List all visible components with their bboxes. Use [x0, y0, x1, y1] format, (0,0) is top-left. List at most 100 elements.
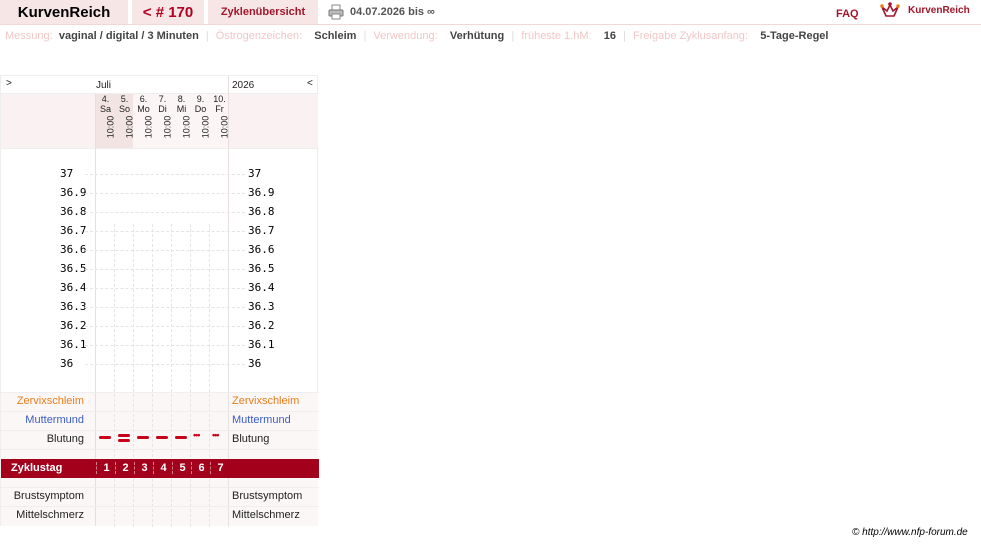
- separator: |: [205, 30, 209, 42]
- release-rule-label: Freigabe Zyklusanfang:: [633, 30, 748, 42]
- cycle-day-number[interactable]: 5: [172, 462, 192, 474]
- temperature-label-left: 36: [60, 357, 74, 370]
- cycle-day-number[interactable]: 2: [115, 462, 135, 474]
- divider: [1, 487, 319, 488]
- day-column-header[interactable]: 5. So 10:00: [115, 94, 134, 148]
- weekday: Mo: [137, 104, 150, 114]
- mucus-row-label: Zervixschleim: [16, 395, 84, 407]
- measurement-time: 10:00: [105, 115, 116, 139]
- measurement-time: 10:00: [219, 115, 230, 139]
- temperature-label-left: 36.3: [60, 300, 87, 313]
- weekday: Mi: [176, 104, 187, 114]
- temperature-grid-line: [85, 250, 245, 251]
- temperature-grid-line: [85, 212, 245, 213]
- divider: [1, 411, 319, 412]
- temperature-label-right: 36.5: [248, 262, 275, 275]
- divider: [1, 392, 319, 393]
- temperature-label-right: 36.1: [248, 338, 275, 351]
- temperature-grid-line: [85, 364, 245, 365]
- temperature-label-left: 36.4: [60, 281, 87, 294]
- day-number: 6.: [139, 94, 148, 104]
- temperature-label-left: 36.9: [60, 186, 87, 199]
- cycle-chart: > Juli 2026 < 4. Sa 10:00 5. So 10:00 6. Mo 10:0…: [0, 75, 319, 527]
- temperature-label-left: 36.7: [60, 224, 87, 237]
- cycle-day-number[interactable]: 3: [134, 462, 154, 474]
- bleeding-spotting-marker[interactable]: •••: [212, 430, 220, 440]
- day-number: 5.: [120, 94, 129, 104]
- day-number: 4.: [101, 94, 110, 104]
- month-label: Juli: [96, 80, 112, 91]
- day-number: 9.: [196, 94, 205, 104]
- kurvenreich-logo-icon[interactable]: [880, 2, 900, 20]
- day-number: 7.: [158, 94, 167, 104]
- estrogen-sign-label: Östrogenzeichen:: [215, 30, 302, 42]
- top-bar: KurvenReich < # 170 Zyklenübersicht 04.0…: [0, 0, 981, 25]
- header-left-bg: [1, 94, 95, 148]
- separator: |: [623, 30, 626, 42]
- brand-tab[interactable]: KurvenReich: [0, 0, 128, 24]
- measurement-value: vaginal / digital / 3 Minuten: [58, 30, 199, 42]
- temperature-label-right: 36.2: [248, 319, 275, 332]
- temperature-label-right: 37: [248, 167, 262, 180]
- printer-icon[interactable]: [328, 4, 344, 20]
- day-column-header[interactable]: 4. Sa 10:00: [96, 94, 115, 148]
- bleeding-marker[interactable]: [156, 436, 168, 439]
- temperature-label-left: 37: [60, 167, 74, 180]
- breast-row-label: Brustsymptom: [13, 490, 84, 502]
- bleeding-marker[interactable]: [99, 436, 111, 439]
- breast-row-label-right: Brustsymptom: [232, 490, 303, 502]
- day-column-header[interactable]: 10. Fr 10:00: [210, 94, 229, 148]
- earliest-hm-label: früheste 1.hM:: [521, 30, 592, 42]
- temperature-label-left: 36.5: [60, 262, 87, 275]
- bleeding-row-label: Blutung: [46, 433, 84, 445]
- logo-text[interactable]: KurvenReich: [908, 5, 970, 16]
- temperature-label-left: 36.6: [60, 243, 87, 256]
- release-rule-value: 5-Tage-Regel: [760, 30, 829, 42]
- weekday: Di: [158, 104, 167, 114]
- copyright-notice: © http://www.nfp-forum.de: [852, 527, 968, 538]
- cycle-day-number[interactable]: 7: [210, 462, 230, 474]
- bleeding-marker[interactable]: [118, 439, 130, 442]
- faq-link[interactable]: FAQ: [836, 8, 859, 20]
- cycle-day-number[interactable]: 1: [96, 462, 116, 474]
- day-column-header[interactable]: 9. Do 10:00: [191, 94, 211, 148]
- usage-label: Verwendung:: [373, 30, 438, 42]
- temperature-grid-line: [85, 193, 245, 194]
- temperature-label-right: 36.6: [248, 243, 275, 256]
- cervix-row-label-right: Muttermund: [232, 414, 291, 426]
- divider: [1, 430, 319, 431]
- bleeding-marker[interactable]: [175, 436, 187, 439]
- previous-cycle-link[interactable]: < # 170: [132, 0, 204, 24]
- measurement-time: 10:00: [181, 115, 192, 139]
- cervix-row-label: Muttermund: [25, 414, 84, 426]
- temperature-label-left: 36.2: [60, 319, 87, 332]
- bleeding-spotting-marker[interactable]: •••: [193, 430, 201, 440]
- bleeding-row-label-right: Blutung: [232, 433, 270, 445]
- cycle-overview-link[interactable]: Zyklenübersicht: [208, 0, 318, 24]
- temperature-grid-line: [85, 326, 245, 327]
- cycle-date-range: 04.07.2026 bis ∞: [350, 6, 435, 18]
- temperature-label-right: 36.9: [248, 186, 275, 199]
- divider: [1, 506, 319, 507]
- estrogen-sign-value: Schleim: [314, 30, 357, 42]
- divider: [1, 449, 319, 450]
- separator: |: [363, 30, 367, 42]
- temperature-label-right: 36.4: [248, 281, 275, 294]
- scroll-left-button[interactable]: <: [307, 78, 313, 89]
- bleeding-marker[interactable]: [118, 434, 130, 437]
- weekday: Fr: [215, 104, 224, 114]
- scroll-right-button[interactable]: >: [6, 78, 12, 89]
- header-right-bg: [228, 94, 318, 148]
- temperature-label-right: 36.3: [248, 300, 275, 313]
- bleeding-marker[interactable]: [137, 436, 149, 439]
- cycle-day-number[interactable]: 6: [191, 462, 211, 474]
- weekday: So: [118, 104, 130, 114]
- cycle-day-row: Zyklustag 1234567: [1, 459, 319, 478]
- temperature-label-left: 36.1: [60, 338, 87, 351]
- mucus-row-label-right: Zervixschleim: [232, 395, 300, 407]
- day-column-header[interactable]: 6. Mo 10:00: [134, 94, 153, 148]
- measurement-time: 10:00: [143, 115, 154, 139]
- day-column-header[interactable]: 7. Di 10:00: [153, 94, 172, 148]
- day-column-header[interactable]: 8. Mi 10:00: [172, 94, 192, 148]
- cycle-day-number[interactable]: 4: [153, 462, 173, 474]
